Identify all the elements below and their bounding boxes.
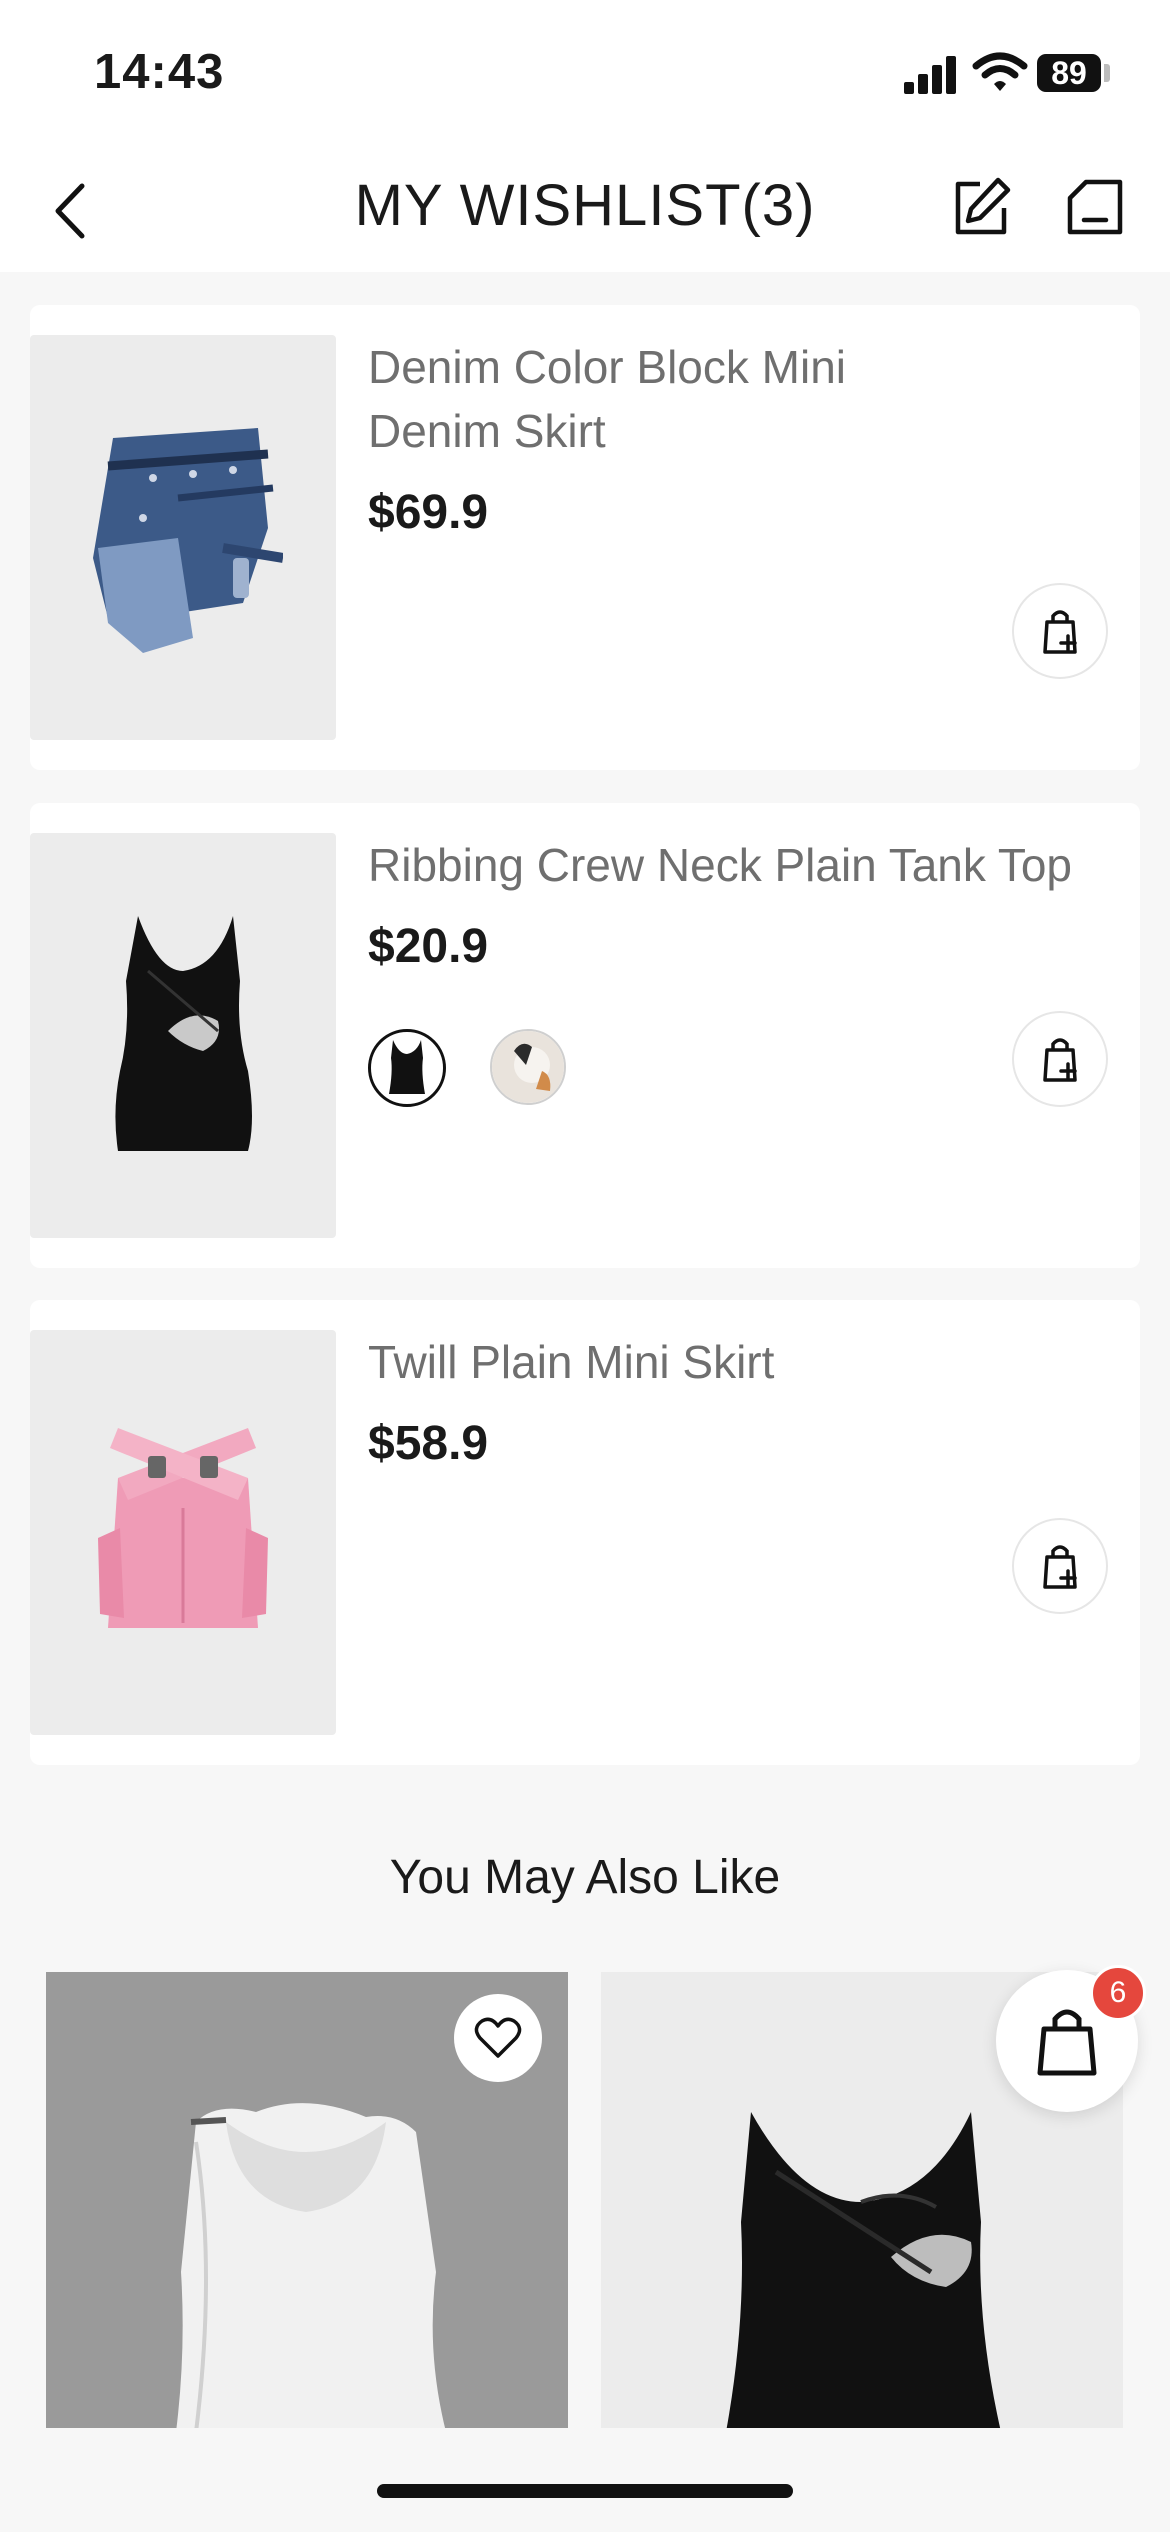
color-swatch-black[interactable]: [368, 1029, 446, 1107]
product-price: $69.9: [368, 486, 489, 539]
cellular-signal-icon: [904, 56, 960, 94]
home-indicator-area: [0, 2428, 1170, 2532]
nav-bar: MY WISHLIST(3): [0, 150, 1170, 272]
add-to-cart-button[interactable]: [1012, 583, 1108, 679]
product-price: $20.9: [368, 920, 489, 973]
black-tank-top-image: [115, 915, 252, 1151]
favorite-button[interactable]: [454, 1994, 542, 2082]
recommended-product[interactable]: [46, 1972, 568, 2432]
product-image[interactable]: [30, 833, 336, 1238]
pink-skirt-image: [98, 1427, 268, 1628]
add-to-cart-button[interactable]: [1012, 1011, 1108, 1107]
product-name[interactable]: Denim Color Block Mini Denim Skirt: [368, 335, 928, 463]
home-indicator[interactable]: [377, 2484, 793, 2498]
section-title: You May Also Like: [389, 1851, 781, 1904]
add-to-cart-button[interactable]: [1012, 1518, 1108, 1614]
product-name[interactable]: Twill Plain Mini Skirt: [368, 1330, 1128, 1394]
shopping-bag-icon: [1037, 2009, 1097, 2076]
battery-indicator: 89: [1037, 54, 1101, 92]
product-price: $58.9: [368, 1417, 489, 1470]
wishlist-item[interactable]: Denim Color Block Mini Denim Skirt $69.9: [30, 305, 1140, 770]
edit-icon[interactable]: [950, 176, 1012, 238]
status-bar: 14:43 89: [0, 0, 1170, 150]
black-tank-swatch: [389, 1040, 425, 1094]
delete-icon[interactable]: [1064, 176, 1126, 238]
add-to-cart-icon: [1043, 1545, 1077, 1589]
add-to-cart-icon: [1043, 610, 1077, 654]
back-icon[interactable]: [42, 176, 102, 246]
product-image[interactable]: [30, 1330, 336, 1735]
status-time: 14:43: [94, 45, 225, 99]
add-to-cart-icon: [1043, 1038, 1077, 1082]
white-top-swatch: [492, 1031, 564, 1103]
color-swatch-white[interactable]: [490, 1029, 566, 1105]
wifi-icon: [972, 52, 1028, 91]
wishlist-item[interactable]: Ribbing Crew Neck Plain Tank Top $20.9: [30, 803, 1140, 1268]
heart-icon: [474, 2017, 522, 2058]
cart-count-badge: 6: [1090, 1965, 1146, 2021]
product-image[interactable]: [30, 335, 336, 740]
wishlist-item[interactable]: Twill Plain Mini Skirt $58.9: [30, 1300, 1140, 1765]
denim-skirt-image: [93, 427, 283, 653]
battery-cap: [1104, 64, 1110, 82]
product-name[interactable]: Ribbing Crew Neck Plain Tank Top: [368, 833, 1128, 897]
